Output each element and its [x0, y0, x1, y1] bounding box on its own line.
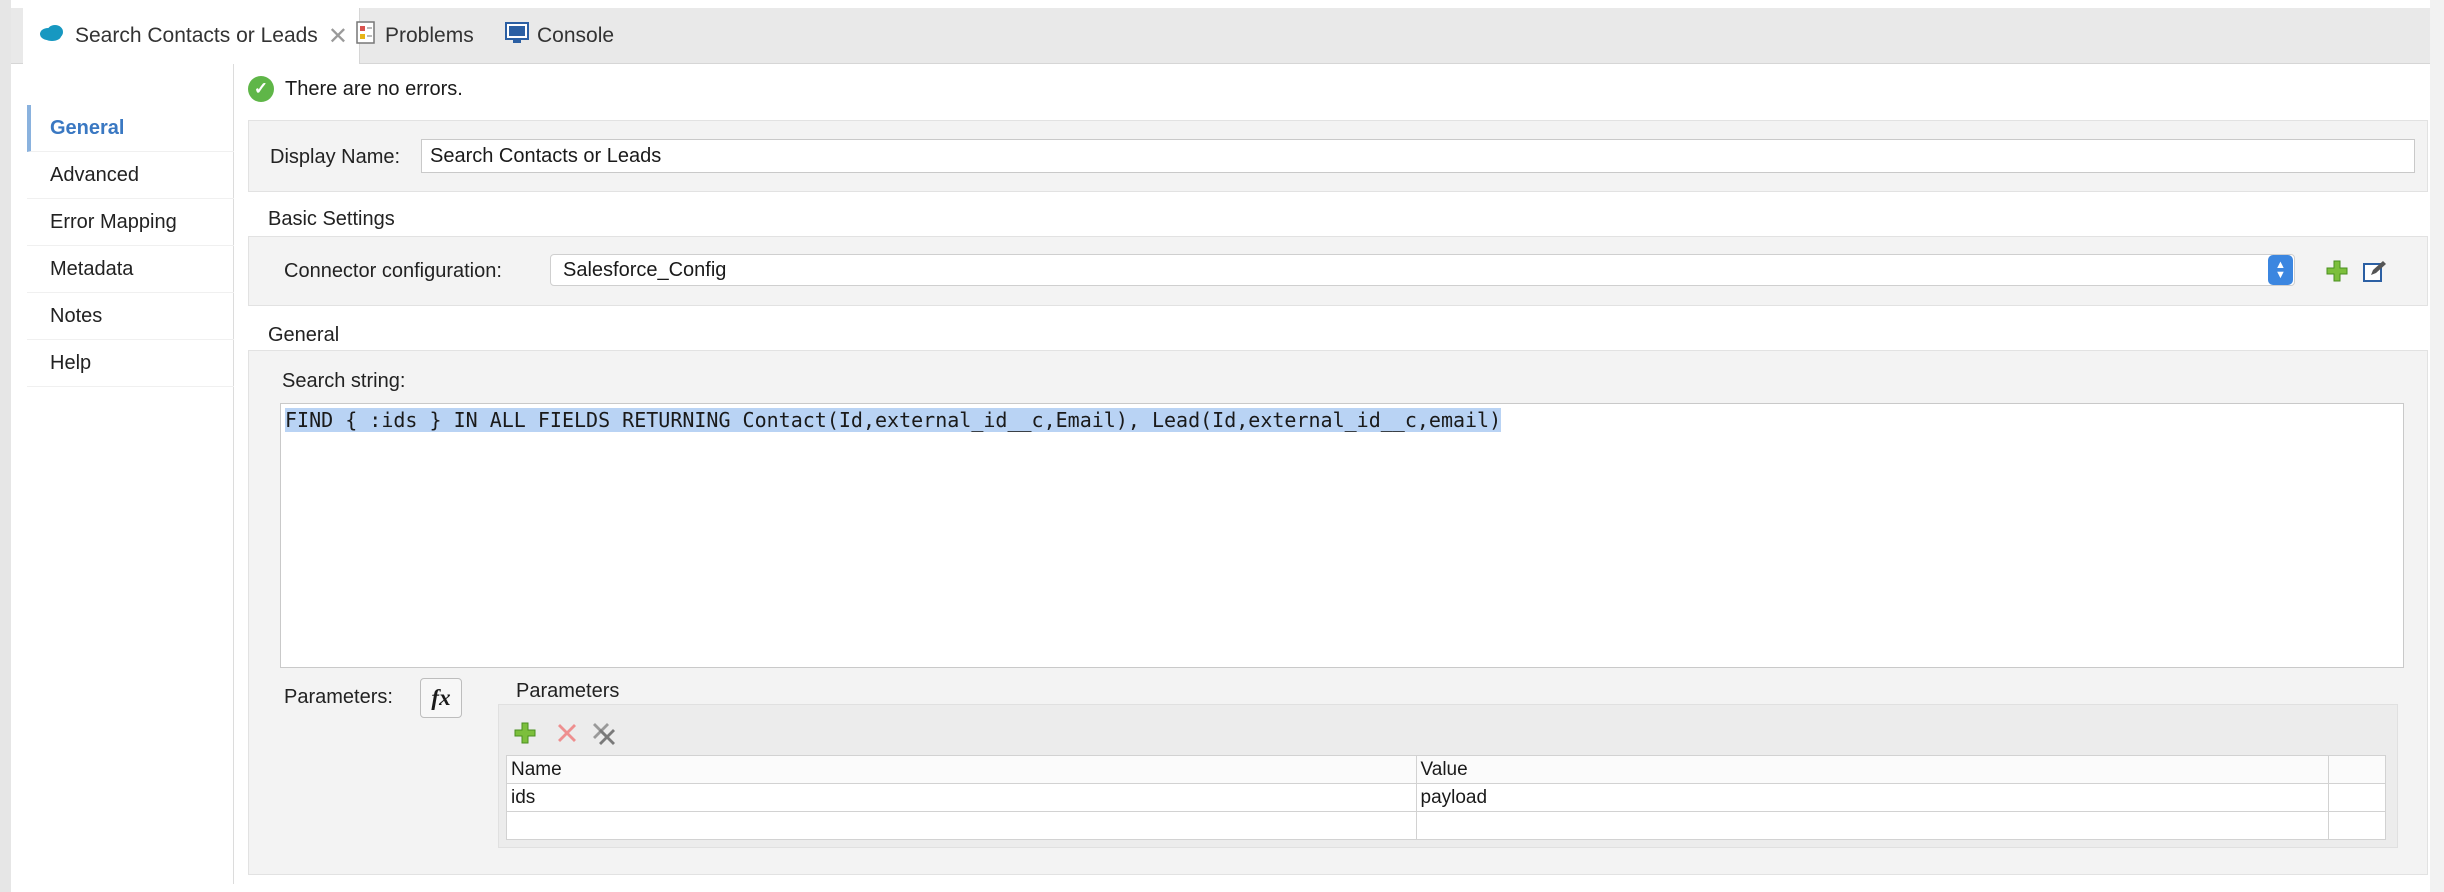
sidebar-item-general[interactable]: General	[27, 105, 234, 152]
expression-fx-button[interactable]: fx	[420, 678, 462, 718]
display-name-value: Search Contacts or Leads	[430, 144, 662, 167]
sidebar-item-error-mapping[interactable]: Error Mapping	[27, 199, 234, 246]
connector-configuration-label: Connector configuration:	[284, 260, 502, 282]
tab-console[interactable]: Console	[505, 8, 614, 64]
select-arrows-icon[interactable]: ▲ ▼	[2268, 255, 2293, 285]
delete-x-icon	[558, 724, 576, 742]
basic-settings-title: Basic Settings	[268, 208, 395, 230]
sidebar-item-label: Help	[50, 351, 92, 374]
add-configuration-button[interactable]	[2322, 256, 2352, 286]
check-circle-icon: ✓	[248, 76, 274, 102]
edit-icon	[2363, 261, 2386, 282]
table-header-row: Name Value	[506, 755, 2386, 784]
sidebar-item-notes[interactable]: Notes	[27, 293, 234, 340]
column-header-value[interactable]: Value	[1415, 755, 2330, 784]
sidebar-item-label: Metadata	[50, 257, 134, 280]
connector-configuration-select[interactable]: Salesforce_Config	[550, 254, 2295, 286]
parameter-name-cell[interactable]: ids	[506, 783, 1417, 812]
tab-problems[interactable]: Problems	[355, 8, 474, 64]
table-row-empty	[506, 811, 2386, 840]
remove-all-icon	[593, 723, 615, 745]
filler-cell	[2328, 811, 2386, 840]
general-section-title: General	[268, 324, 340, 346]
search-string-value: FIND { :ids } IN ALL FIELDS RETURNING Co…	[285, 408, 1502, 432]
empty-cell	[506, 811, 1417, 840]
remove-parameter-button[interactable]	[552, 718, 582, 748]
sidebar-item-label: Notes	[50, 304, 103, 327]
window-frame-right	[2430, 0, 2444, 892]
tab-label: Console	[537, 24, 615, 47]
plus-icon	[514, 722, 536, 744]
filler-cell	[2328, 783, 2386, 812]
column-header-filler	[2328, 755, 2386, 784]
search-string-label: Search string:	[282, 370, 406, 392]
parameter-value-cell[interactable]: payload	[1415, 783, 2330, 812]
parameters-label: Parameters:	[284, 686, 393, 708]
window-frame-left	[0, 0, 11, 892]
parameters-table: Name Value ids payload	[506, 755, 2386, 840]
status-text: There are no errors.	[285, 77, 463, 100]
sidebar-item-label: Error Mapping	[50, 210, 177, 233]
sidebar-item-advanced[interactable]: Advanced	[27, 152, 234, 199]
sidebar-item-help[interactable]: Help	[27, 340, 234, 387]
editor-tab-bar: Search Contacts or Leads ✕ Problems Cons…	[11, 8, 2430, 64]
parameters-group-title: Parameters	[516, 680, 620, 702]
edit-configuration-button[interactable]	[2360, 256, 2390, 286]
remove-all-parameters-button[interactable]	[590, 718, 620, 748]
close-icon[interactable]: ✕	[328, 22, 348, 51]
plus-icon	[2326, 260, 2348, 282]
tab-search-contacts-or-leads[interactable]: Search Contacts or Leads ✕	[23, 8, 360, 64]
empty-cell	[1415, 811, 2330, 840]
sidebar: General Advanced Error Mapping Metadata …	[11, 64, 234, 884]
tab-label: Search Contacts or Leads	[75, 24, 318, 47]
console-icon	[505, 22, 529, 50]
display-name-label: Display Name:	[270, 146, 401, 168]
column-header-name[interactable]: Name	[506, 755, 1417, 784]
search-string-textarea[interactable]: FIND { :ids } IN ALL FIELDS RETURNING Co…	[280, 403, 2404, 668]
salesforce-cloud-icon	[39, 24, 65, 48]
problems-icon	[355, 21, 377, 51]
sidebar-item-label: Advanced	[50, 163, 139, 186]
connector-configuration-value: Salesforce_Config	[563, 258, 727, 281]
sidebar-item-label: General	[50, 116, 125, 139]
display-name-input[interactable]: Search Contacts or Leads	[421, 139, 2415, 173]
tab-label: Problems	[385, 24, 474, 47]
add-parameter-button[interactable]	[510, 718, 540, 748]
table-row[interactable]: ids payload	[506, 783, 2386, 812]
validation-status: ✓ There are no errors.	[248, 74, 463, 104]
sidebar-item-metadata[interactable]: Metadata	[27, 246, 234, 293]
fx-icon: fx	[431, 685, 451, 710]
